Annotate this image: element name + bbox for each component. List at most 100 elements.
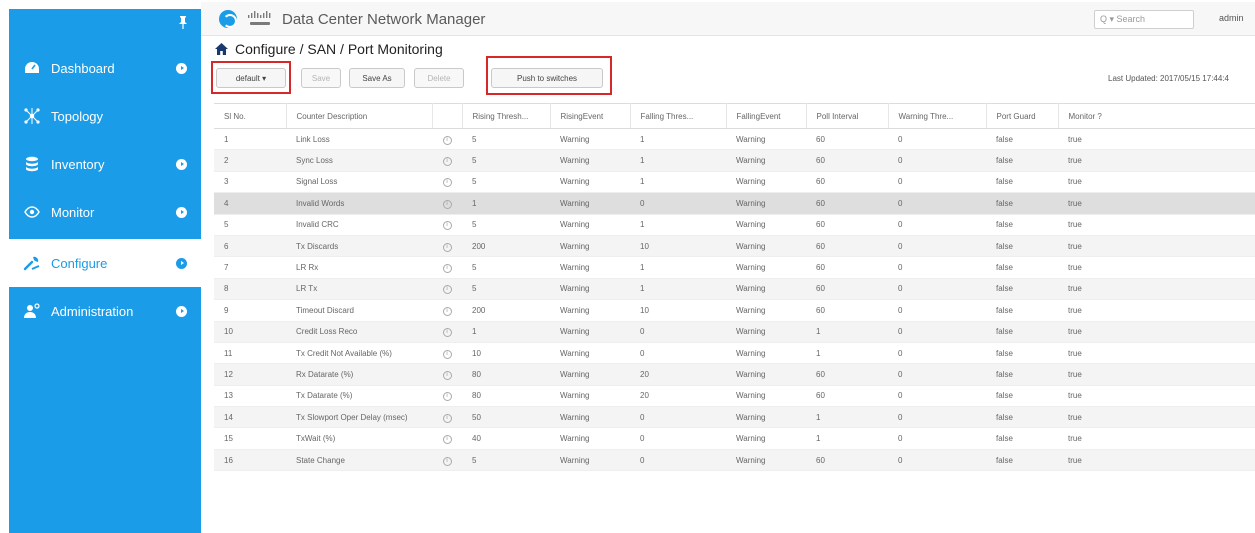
table-row[interactable]: 5 Invalid CRC i 5 Warning 1 Warning 60 0 false tru… [214, 214, 1255, 236]
pin-icon[interactable] [176, 15, 190, 29]
table-cell: Rx Datarate (%) [286, 363, 432, 386]
table-cell: Warning [726, 299, 806, 322]
save-as-button[interactable]: Save As [349, 68, 405, 88]
table-row[interactable]: 8 LR Tx i 5 Warning 1 Warning 60 0 false true [214, 278, 1255, 301]
column-header[interactable]: FallingEvent [726, 103, 807, 129]
info-icon[interactable]: i [442, 221, 452, 231]
info-icon[interactable]: i [442, 456, 452, 466]
table-cell: 15 [214, 427, 286, 450]
column-header[interactable]: RisingEvent [550, 103, 631, 129]
table-cell: Tx Datarate (%) [286, 385, 432, 408]
info-icon[interactable]: i [442, 285, 452, 295]
table-row[interactable]: 6 Tx Discards i 200 Warning 10 Warning 60 0 false… [214, 235, 1255, 258]
table-cell: 5 [214, 214, 286, 236]
table-cell: true [1058, 342, 1255, 365]
table-cell: false [986, 192, 1058, 215]
table-row[interactable]: 16 State Change i 5 Warning 0 Warning 60 0 false t… [214, 449, 1255, 472]
table-cell: 80 [462, 385, 550, 408]
column-header[interactable]: Monitor ? [1058, 103, 1255, 129]
info-icon[interactable]: i [442, 199, 452, 209]
table-cell: Warning [550, 321, 630, 343]
sidebar-item-administration[interactable]: Administration [9, 287, 201, 335]
column-header[interactable]: Falling Thres... [630, 103, 727, 129]
table-cell: 0 [888, 363, 986, 386]
info-icon[interactable]: i [442, 413, 452, 423]
info-icon[interactable]: i [442, 242, 452, 252]
table-cell: 1 [806, 406, 888, 429]
table-cell: 0 [630, 406, 726, 429]
sidebar-item-monitor[interactable]: Monitor [9, 188, 201, 236]
table-row[interactable]: 1 Link Loss i 5 Warning 1 Warning 60 0 false true [214, 128, 1255, 151]
table-cell: 12 [214, 363, 286, 386]
info-icon[interactable]: i [442, 157, 452, 167]
table-cell: 1 [630, 171, 726, 194]
table-cell: Warning [550, 192, 630, 215]
info-icon[interactable]: i [442, 370, 452, 380]
table-row[interactable]: 7 LR Rx i 5 Warning 1 Warning 60 0 false true [214, 256, 1255, 279]
table-row[interactable]: 4 Invalid Words i 1 Warning 0 Warning 60 0 false t… [214, 192, 1255, 215]
table-cell: false [986, 299, 1058, 322]
user-menu[interactable]: admin [1219, 13, 1244, 23]
table-row[interactable]: 9 Timeout Discard i 200 Warning 10 Warning 60 0 f… [214, 299, 1255, 322]
admin-user-icon [22, 301, 42, 321]
info-icon[interactable]: i [442, 328, 452, 338]
table-row[interactable]: 11 Tx Credit Not Available (%) i 10 Warning 0… [214, 342, 1255, 365]
column-header[interactable]: Counter Description [286, 103, 433, 129]
table-row[interactable]: 13 Tx Datarate (%) i 80 Warning 20 Warning 60 0 f… [214, 385, 1255, 408]
table-cell: 0 [888, 406, 986, 429]
table-cell: 0 [630, 192, 726, 215]
table-row[interactable]: 15 TxWait (%) i 40 Warning 0 Warning 1 0 false tru… [214, 427, 1255, 450]
table-cell: 0 [888, 342, 986, 365]
table-cell: false [986, 449, 1058, 472]
column-header[interactable]: Port Guard [986, 103, 1059, 129]
sidebar-item-topology[interactable]: Topology [9, 92, 201, 140]
sidebar-item-label: Administration [51, 303, 134, 319]
table-cell: 5 [462, 128, 550, 151]
home-icon[interactable] [215, 43, 228, 55]
save-button[interactable]: Save [301, 68, 341, 88]
info-icon[interactable]: i [442, 135, 452, 145]
table-row[interactable]: 10 Credit Loss Reco i 1 Warning 0 Warning 1 0 fal… [214, 321, 1255, 343]
table-cell: Warning [726, 363, 806, 386]
column-header[interactable]: Rising Thresh... [462, 103, 551, 129]
table-row[interactable]: 12 Rx Datarate (%) i 80 Warning 20 Warning 60 0 f… [214, 363, 1255, 386]
sidebar-item-inventory[interactable]: Inventory [9, 140, 201, 188]
table-cell: 16 [214, 449, 286, 472]
table-cell: Warning [550, 449, 630, 472]
table-cell: Signal Loss [286, 171, 432, 194]
table-cell: 3 [214, 171, 286, 194]
table-cell: 0 [888, 149, 986, 172]
info-cell: i [432, 256, 462, 279]
table-row[interactable]: 14 Tx Slowport Oper Delay (msec) i 50 Warnin… [214, 406, 1255, 429]
table-cell: 200 [462, 235, 550, 258]
database-icon [22, 154, 42, 174]
table-cell: 5 [462, 449, 550, 472]
info-icon[interactable]: i [442, 349, 452, 359]
sidebar-item-dashboard[interactable]: Dashboard [9, 44, 201, 92]
column-header[interactable]: Sl No. [214, 103, 287, 129]
search-input[interactable]: Q ▾ Search [1094, 10, 1194, 29]
info-cell: i [432, 342, 462, 365]
sidebar-item-configure[interactable]: Configure [9, 239, 201, 287]
table-cell: false [986, 278, 1058, 301]
info-icon[interactable]: i [442, 392, 452, 402]
app-brand-icon[interactable] [219, 10, 237, 28]
table-cell: 50 [462, 406, 550, 429]
delete-button[interactable]: Delete [414, 68, 464, 88]
info-icon[interactable]: i [442, 178, 452, 188]
info-icon[interactable]: i [442, 264, 452, 274]
info-icon[interactable]: i [442, 306, 452, 316]
table-cell: 1 [630, 128, 726, 151]
table-cell: true [1058, 171, 1255, 194]
table-cell: 1 [806, 342, 888, 365]
eye-icon [22, 202, 42, 222]
column-header[interactable] [432, 103, 463, 129]
table-row[interactable]: 3 Signal Loss i 5 Warning 1 Warning 60 0 false tru… [214, 171, 1255, 194]
column-header[interactable]: Warning Thre... [888, 103, 987, 129]
table-cell: Tx Credit Not Available (%) [286, 342, 432, 365]
column-header[interactable]: Poll Interval [806, 103, 889, 129]
cisco-logo-icon [247, 10, 273, 28]
table-cell: Warning [550, 406, 630, 429]
table-row[interactable]: 2 Sync Loss i 5 Warning 1 Warning 60 0 false true [214, 149, 1255, 172]
info-icon[interactable]: i [442, 435, 452, 445]
